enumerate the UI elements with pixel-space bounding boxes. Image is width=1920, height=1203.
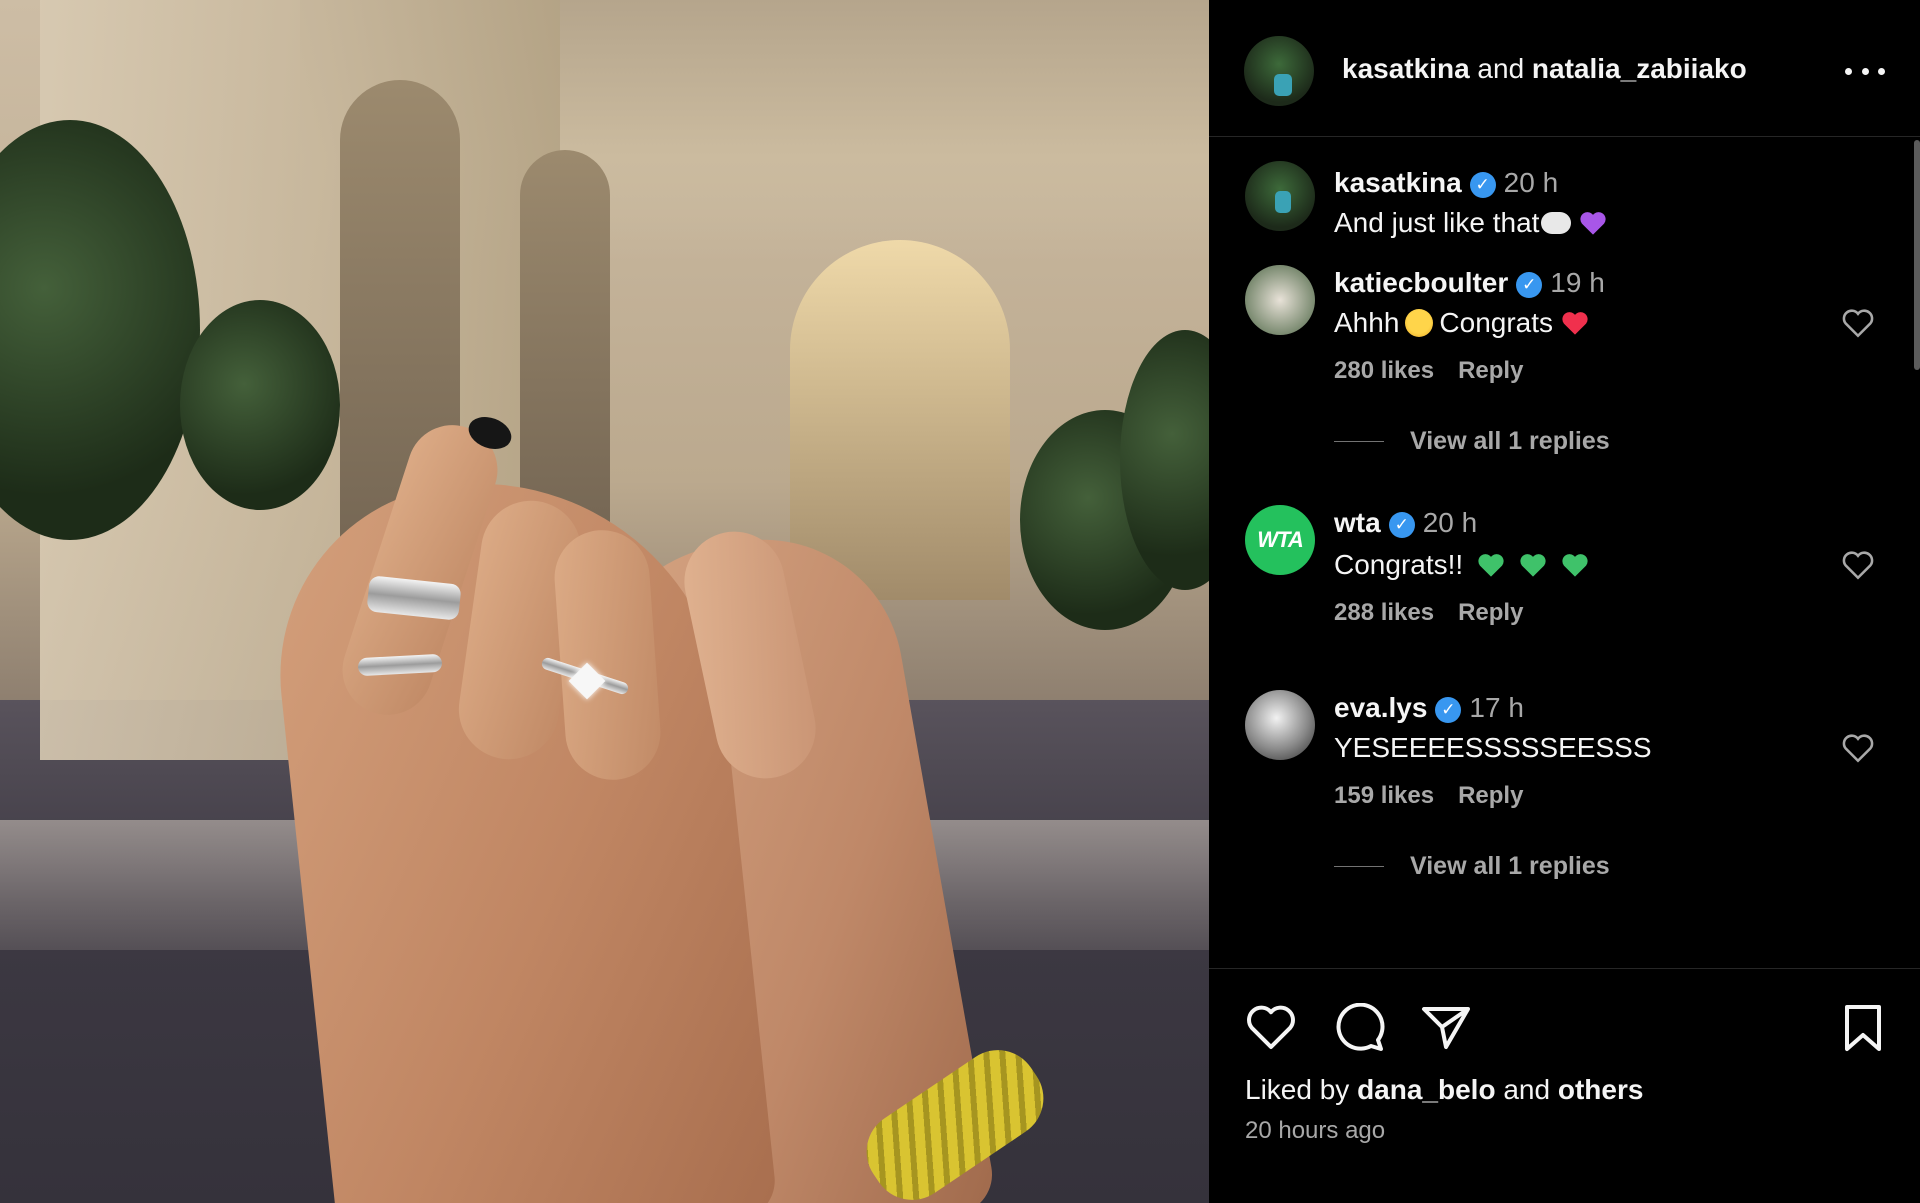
more-horizontal-icon[interactable]	[1845, 58, 1885, 84]
post-side-panel: kasatkina and natalia_zabiiako kasatkina…	[1209, 0, 1920, 1203]
comment-meta: 159 likes Reply	[1334, 782, 1547, 810]
post-timestamp[interactable]: 20 hours ago	[1245, 1117, 1385, 1145]
post-footer: Liked by dana_belo and others 20 hours a…	[1209, 968, 1920, 1203]
liked-by-summary: Liked by dana_belo and others	[1245, 1074, 1644, 1105]
wta-logo-avatar[interactable]: WTA	[1245, 505, 1315, 575]
comment-username[interactable]: katiecboulter ✓ 19 h	[1334, 267, 1605, 299]
like-comment-heart-icon[interactable]	[1841, 307, 1875, 339]
comment-username[interactable]: eva.lys ✓ 17 h	[1334, 692, 1524, 724]
commenter-avatar[interactable]	[1245, 690, 1315, 760]
bookmark-icon[interactable]	[1841, 1003, 1885, 1053]
face-holding-back-tears-emoji	[1405, 309, 1434, 337]
comment-likes[interactable]: 288 likes	[1334, 599, 1434, 626]
comment-likes[interactable]: 159 likes	[1334, 782, 1434, 809]
authors-connector: and	[1477, 53, 1525, 84]
commenter-avatar[interactable]	[1245, 161, 1315, 231]
like-comment-heart-icon[interactable]	[1841, 549, 1875, 581]
reply-button[interactable]: Reply	[1458, 599, 1523, 626]
share-icon[interactable]	[1420, 1003, 1472, 1051]
replies-divider	[1334, 441, 1384, 442]
green-heart-emoji	[1478, 554, 1504, 577]
post-photo[interactable]	[0, 0, 1209, 1203]
view-replies-button[interactable]: View all 1 replies	[1334, 852, 1610, 881]
like-comment-heart-icon[interactable]	[1841, 732, 1875, 764]
verified-badge-icon: ✓	[1469, 172, 1496, 198]
post-authors: kasatkina and natalia_zabiiako	[1342, 53, 1747, 85]
replies-divider	[1334, 866, 1384, 867]
collaborator-username[interactable]: natalia_zabiiako	[1532, 53, 1747, 84]
comment-username[interactable]: kasatkina ✓ 20 h	[1334, 167, 1558, 199]
comment-meta: 280 likes Reply	[1334, 357, 1547, 385]
comment-text: Ahhh Congrats	[1334, 307, 1589, 339]
scrollbar-thumb[interactable]	[1914, 140, 1920, 370]
comment-meta: 288 likes Reply	[1334, 599, 1547, 627]
heart-icon[interactable]	[1245, 1003, 1297, 1051]
comment-likes[interactable]: 280 likes	[1334, 357, 1434, 384]
verified-badge-icon: ✓	[1435, 697, 1462, 723]
reply-button[interactable]: Reply	[1458, 357, 1523, 384]
comment-text: YESEEEESSSSSEESSS	[1334, 732, 1652, 763]
view-replies-button[interactable]: View all 1 replies	[1334, 427, 1610, 456]
comment-time: 19 h	[1550, 267, 1605, 298]
thought-bubble-emoji	[1541, 212, 1572, 234]
caption-comment: kasatkina ✓ 20 h And just like that	[1209, 137, 1920, 257]
comment-item: katiecboulter ✓ 19 h Ahhh Congrats 280 like…	[1209, 257, 1920, 497]
comments-list[interactable]: kasatkina ✓ 20 h And just like that katiec…	[1209, 137, 1920, 968]
photo-finger	[551, 526, 664, 784]
comment-username[interactable]: wta ✓ 20 h	[1334, 507, 1477, 539]
photo-arch	[790, 240, 1010, 600]
verified-badge-icon: ✓	[1516, 272, 1543, 298]
verified-badge-icon: ✓	[1388, 512, 1415, 538]
comment-time: 17 h	[1469, 692, 1524, 723]
post-header: kasatkina and natalia_zabiiako	[1209, 0, 1920, 137]
author-username[interactable]: kasatkina	[1342, 53, 1470, 84]
comment-item: WTA wta ✓ 20 h Congrats!! 288 likes Reply	[1209, 499, 1920, 679]
comment-time: 20 h	[1422, 507, 1478, 538]
comment-text: And just like that	[1334, 207, 1607, 239]
photo-tree	[180, 300, 340, 510]
comments-scrollbar[interactable]	[1912, 140, 1920, 960]
liked-by-user[interactable]: dana_belo	[1357, 1074, 1495, 1105]
comment-item: eva.lys ✓ 17 h YESEEEESSSSSEESSS 159 likes…	[1209, 682, 1920, 932]
commenter-avatar[interactable]	[1245, 265, 1315, 335]
comment-icon[interactable]	[1333, 1003, 1385, 1053]
red-heart-emoji	[1562, 312, 1588, 335]
purple-heart-emoji	[1580, 212, 1607, 235]
comment-time: 20 h	[1503, 167, 1559, 198]
green-heart-emoji	[1520, 554, 1546, 577]
green-heart-emoji	[1562, 554, 1588, 577]
reply-button[interactable]: Reply	[1458, 782, 1523, 809]
comment-text: Congrats!!	[1334, 549, 1589, 581]
author-avatar[interactable]	[1244, 36, 1314, 106]
liked-by-others[interactable]: others	[1558, 1074, 1644, 1105]
